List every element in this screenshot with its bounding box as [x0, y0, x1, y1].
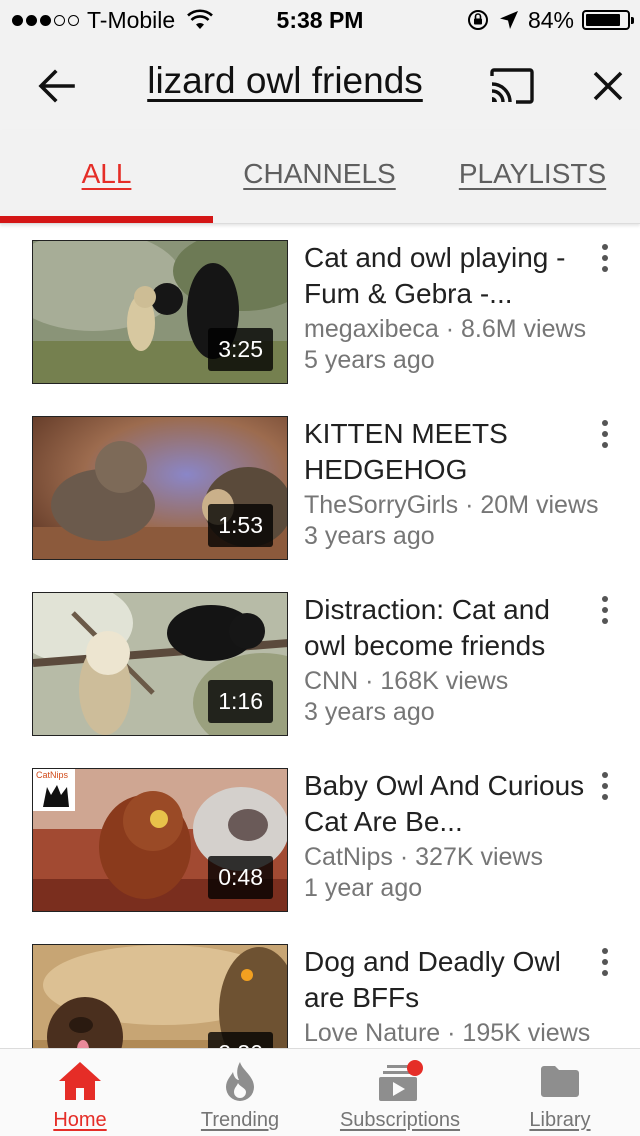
more-options-icon[interactable] — [594, 948, 616, 978]
search-header: lizard owl friends — [0, 40, 640, 130]
video-thumbnail[interactable]: 2:30 — [32, 944, 288, 1048]
video-thumbnail[interactable]: 1:16 — [32, 592, 288, 736]
orientation-lock-icon — [467, 10, 488, 30]
view-count: 20M views — [480, 491, 599, 519]
video-duration: 1:53 — [208, 504, 273, 547]
video-result[interactable]: 1:53 KITTEN MEETS HEDGEHOG TheSorryGirls… — [0, 400, 640, 576]
video-meta: CatNips · 327K views — [304, 841, 614, 874]
video-title[interactable]: Cat and owl playing - Fum & Gebra -... — [304, 240, 594, 312]
meta-separator: · — [358, 667, 381, 695]
channel-logo-text: CatNips — [36, 770, 69, 780]
arrow-left-icon — [38, 69, 75, 103]
video-result[interactable]: 1:16 Distraction: Cat and owl become fri… — [0, 576, 640, 752]
upload-age: 5 years ago — [304, 346, 435, 374]
search-query[interactable]: lizard owl friends — [130, 60, 440, 102]
cast-icon — [490, 68, 534, 104]
view-count: 168K views — [380, 667, 509, 695]
video-meta: CNN · 168K views — [304, 665, 614, 698]
video-meta: TheSorryGirls · 20M views — [304, 489, 614, 522]
close-button[interactable] — [584, 64, 632, 108]
bottom-navigation: Home Trending Subscriptions Library — [0, 1048, 640, 1136]
nav-home-label: Home — [53, 1109, 107, 1131]
upload-age: 3 years ago — [304, 698, 435, 726]
more-options-icon[interactable] — [594, 244, 616, 274]
meta-separator: · — [392, 843, 416, 871]
active-tab-indicator — [0, 216, 213, 223]
video-title[interactable]: Distraction: Cat and owl become friends — [304, 592, 594, 664]
meta-separator: · — [438, 315, 462, 343]
subscriptions-icon — [376, 1059, 424, 1103]
view-count: 327K views — [415, 843, 543, 871]
cast-button[interactable] — [484, 62, 540, 110]
video-duration: 1:16 — [208, 680, 273, 723]
more-options-icon[interactable] — [594, 772, 616, 802]
home-icon — [56, 1059, 104, 1103]
status-right: 84% — [466, 6, 634, 34]
tab-all[interactable]: ALL — [0, 158, 213, 190]
video-thumbnail[interactable]: CatNips 0:48 — [32, 768, 288, 912]
video-title[interactable]: KITTEN MEETS HEDGEHOG — [304, 416, 594, 488]
battery-level — [586, 14, 620, 26]
channel-name[interactable]: Love Nature — [304, 1019, 440, 1047]
video-result[interactable]: CatNips 0:48 Baby Owl And Curious Cat Ar… — [0, 752, 640, 928]
upload-age: 3 years ago — [304, 522, 435, 550]
video-thumbnail[interactable]: 3:25 — [32, 240, 288, 384]
channel-name[interactable]: CatNips — [304, 843, 393, 871]
more-options-icon[interactable] — [594, 596, 616, 626]
folder-icon — [536, 1059, 584, 1103]
location-arrow-icon — [499, 11, 518, 29]
video-thumbnail[interactable]: 1:53 — [32, 416, 288, 560]
tab-playlists[interactable]: PLAYLISTS — [426, 158, 639, 190]
video-duration: 2:30 — [208, 1032, 273, 1048]
upload-age: 1 year ago — [304, 874, 423, 902]
battery-icon — [582, 10, 634, 30]
close-icon — [593, 71, 623, 101]
nav-library[interactable]: Library — [480, 1049, 640, 1136]
video-duration: 3:25 — [208, 328, 273, 371]
more-options-icon[interactable] — [594, 420, 616, 450]
battery-percent: 84% — [527, 6, 574, 33]
status-bar: T-Mobile 5:38 PM 84% — [0, 0, 640, 40]
channel-name[interactable]: CNN — [304, 667, 358, 695]
meta-separator: · — [440, 1019, 463, 1047]
nav-subscriptions-label: Subscriptions — [339, 1109, 461, 1131]
video-meta: Love Nature · 195K views — [304, 1017, 614, 1048]
channel-name[interactable]: TheSorryGirls — [304, 491, 458, 519]
video-duration: 0:48 — [208, 856, 273, 899]
video-title[interactable]: Dog and Deadly Owl are BFFs — [304, 944, 594, 1016]
back-button[interactable] — [30, 64, 82, 108]
flame-icon — [216, 1059, 264, 1103]
search-results-list: 3:25 Cat and owl playing - Fum & Gebra -… — [0, 224, 640, 1048]
nav-library-label: Library — [529, 1109, 591, 1131]
video-meta: megaxibeca · 8.6M views — [304, 313, 614, 346]
nav-subscriptions[interactable]: Subscriptions — [320, 1049, 480, 1136]
search-filter-tabs: ALL CHANNELS PLAYLISTS — [0, 130, 640, 224]
video-result[interactable]: 2:30 Dog and Deadly Owl are BFFs Love Na… — [0, 928, 640, 1048]
tab-channels[interactable]: CHANNELS — [213, 158, 426, 190]
video-title[interactable]: Baby Owl And Curious Cat Are Be... — [304, 768, 594, 840]
video-result[interactable]: 3:25 Cat and owl playing - Fum & Gebra -… — [0, 224, 640, 400]
nav-trending-label: Trending — [200, 1109, 280, 1131]
nav-trending[interactable]: Trending — [160, 1049, 320, 1136]
channel-name[interactable]: megaxibeca — [304, 315, 439, 343]
nav-home[interactable]: Home — [0, 1049, 160, 1136]
view-count: 8.6M views — [461, 315, 587, 343]
meta-separator: · — [458, 491, 481, 519]
view-count: 195K views — [462, 1019, 591, 1047]
